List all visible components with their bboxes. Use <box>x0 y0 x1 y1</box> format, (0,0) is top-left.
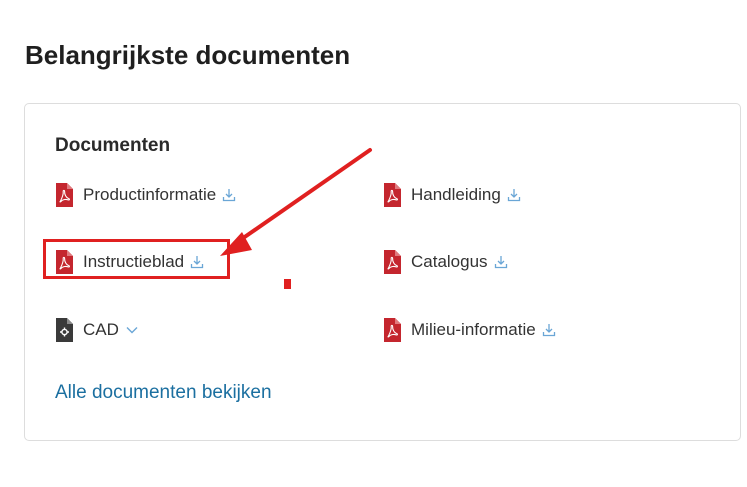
section-title: Documenten <box>55 135 171 156</box>
cad-file-icon <box>55 318 73 342</box>
download-icon[interactable] <box>494 255 508 269</box>
download-icon[interactable] <box>222 188 236 202</box>
doc-link-cad[interactable]: CAD <box>55 318 139 342</box>
annotation-highlight-box <box>43 239 230 279</box>
doc-label: Catalogus <box>411 252 488 271</box>
annotation-mark <box>284 279 291 289</box>
pdf-icon <box>383 250 401 274</box>
doc-link-handleiding[interactable]: Handleiding <box>383 183 521 207</box>
all-documents-link[interactable]: Alle documenten bekijken <box>55 382 272 404</box>
doc-link-milieu-informatie[interactable]: Milieu-informatie <box>383 318 556 342</box>
download-icon[interactable] <box>507 188 521 202</box>
pdf-icon <box>383 318 401 342</box>
doc-label: CAD <box>83 320 119 339</box>
doc-label: Handleiding <box>411 185 501 204</box>
chevron-down-icon[interactable] <box>125 323 139 337</box>
page-title: Belangrijkste documenten <box>25 40 351 70</box>
pdf-icon <box>383 183 401 207</box>
doc-label: Productinformatie <box>83 185 217 204</box>
pdf-icon <box>55 183 73 207</box>
doc-label: Milieu-informatie <box>411 320 536 339</box>
doc-link-productinformatie[interactable]: Productinformatie <box>55 183 236 207</box>
download-icon[interactable] <box>542 323 556 337</box>
doc-link-catalogus[interactable]: Catalogus <box>383 250 508 274</box>
